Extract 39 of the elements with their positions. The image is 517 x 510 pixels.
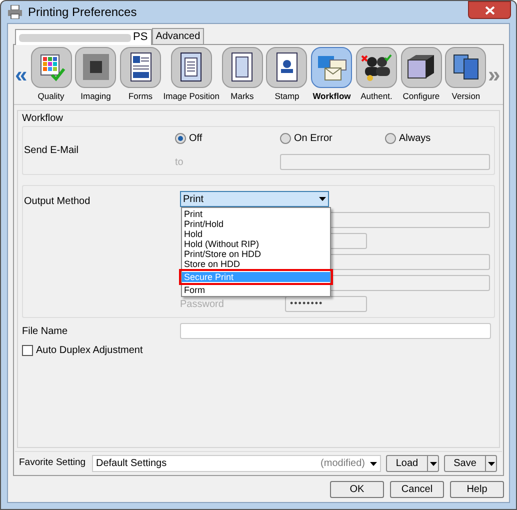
scroll-left-button[interactable]: « xyxy=(15,58,29,91)
dropdown-option[interactable]: Print/Store on HDD xyxy=(182,249,330,259)
close-icon xyxy=(484,6,494,14)
window-title: Printing Preferences xyxy=(28,4,137,21)
split-button[interactable]: Load xyxy=(386,455,439,472)
field-label: Send E-Mail xyxy=(24,144,78,158)
field-label: to xyxy=(175,156,184,170)
caret-icon xyxy=(430,462,436,466)
radio-button[interactable]: On Error xyxy=(280,131,385,146)
dropdown-option[interactable]: Hold (Without RIP) xyxy=(182,239,330,249)
favorite-dropdown[interactable]: Default Settings (modified) xyxy=(92,455,381,472)
input-field[interactable] xyxy=(180,323,491,339)
split-button[interactable]: Save xyxy=(444,455,497,472)
radio-button[interactable]: Off xyxy=(175,131,280,146)
dropdown-option[interactable]: Hold xyxy=(182,229,330,239)
dropdown-option[interactable]: Print xyxy=(182,209,330,219)
dialog-button[interactable]: OK xyxy=(330,480,384,498)
dropdown-option[interactable]: Store on HDD xyxy=(182,259,330,269)
field-label: Password xyxy=(180,298,225,312)
dropdown-option[interactable]: Print/Hold xyxy=(182,219,330,229)
section-title: Workflow xyxy=(22,112,63,126)
radio-button[interactable]: Always xyxy=(385,131,490,146)
dropdown-option[interactable]: Form xyxy=(182,285,330,295)
caret-icon xyxy=(319,197,326,201)
field-label: Favorite Setting xyxy=(19,456,87,470)
tab[interactable]: Advanced xyxy=(152,28,204,44)
printer-icon xyxy=(7,5,23,19)
dialog-button[interactable]: Help xyxy=(450,480,504,498)
field-label: File Name xyxy=(22,324,69,338)
tab[interactable]: PS xyxy=(15,29,152,45)
input-field[interactable]: •••••••• xyxy=(285,296,367,312)
dropdown[interactable]: Print xyxy=(180,191,329,207)
field-label: Output Method xyxy=(24,196,90,207)
caret-icon xyxy=(488,462,494,466)
caret-icon xyxy=(370,462,377,466)
input-field[interactable] xyxy=(280,154,490,170)
dialog-button[interactable]: Cancel xyxy=(390,480,444,498)
checkbox[interactable]: Auto Duplex Adjustment xyxy=(22,343,495,358)
close-button[interactable] xyxy=(468,1,511,19)
